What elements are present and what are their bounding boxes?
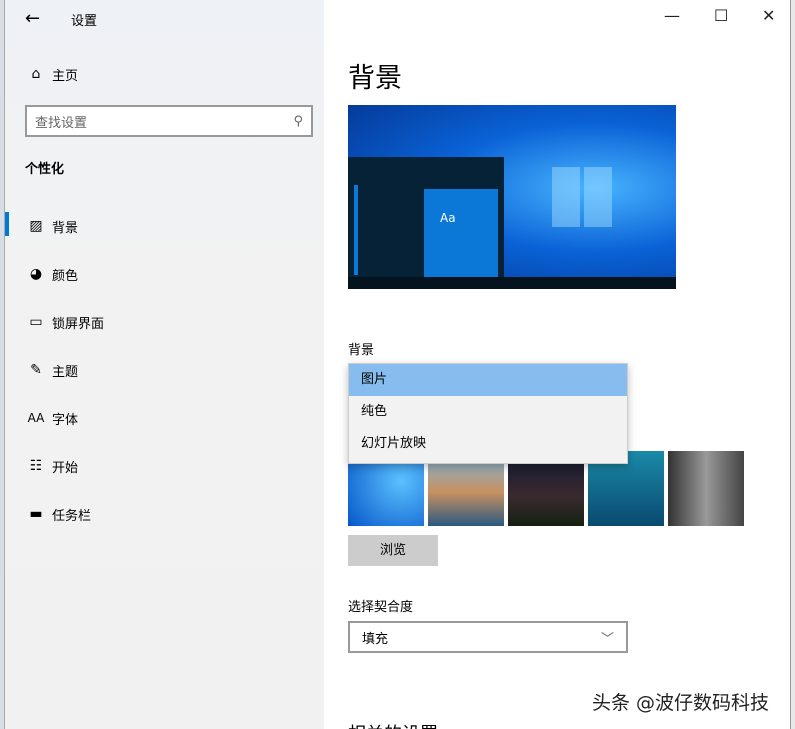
taskbar-icon: ▬ — [29, 506, 43, 522]
lock-screen-icon: ▭ — [29, 314, 43, 330]
selection-indicator — [5, 212, 9, 236]
sidebar-item-background[interactable]: ▨ 背景 — [20, 211, 320, 241]
related-settings-heading: 相关的设置 — [348, 720, 438, 729]
sidebar-item-lock-screen[interactable]: ▭ 锁屏界面 — [20, 307, 320, 337]
close-button[interactable]: ✕ — [762, 6, 775, 25]
option-slideshow[interactable]: 幻灯片放映 — [349, 428, 627, 460]
section-heading: 个性化 — [25, 162, 65, 177]
option-picture[interactable]: 图片 — [349, 364, 627, 396]
background-type-dropdown[interactable]: 图片 纯色 幻灯片放映 — [348, 363, 628, 464]
content-pane: — ☐ ✕ 背景 Aa 背景 图片 纯色 幻灯片放映 浏览 选择契合度 填充 ﹀ … — [324, 0, 790, 729]
browse-button[interactable]: 浏览 — [348, 535, 438, 566]
font-icon: AA — [27, 411, 45, 425]
sidebar-item-home[interactable]: ⌂ 主页 — [20, 59, 320, 89]
sidebar-item-fonts[interactable]: AA 字体 — [20, 403, 320, 433]
background-window-edge — [790, 0, 795, 729]
tile-preview: Aa — [424, 189, 498, 277]
arrow-left-icon[interactable]: ← — [25, 8, 40, 29]
chevron-down-icon: ﹀ — [600, 631, 614, 647]
page-title: 背景 — [348, 63, 402, 94]
sidebar-item-colors[interactable]: ◕ 颜色 — [20, 259, 320, 289]
minimize-button[interactable]: — — [664, 6, 680, 25]
search-input[interactable]: 查找设置 ⚲ — [25, 105, 313, 137]
start-menu-preview: Aa — [348, 157, 504, 289]
palette-icon: ◕ — [29, 266, 43, 282]
fit-select[interactable]: 填充 ﹀ — [348, 621, 628, 653]
option-solid-color[interactable]: 纯色 — [349, 396, 627, 428]
start-icon: ☷ — [29, 458, 43, 474]
fit-label: 选择契合度 — [348, 600, 414, 615]
image-thumbnail[interactable] — [668, 451, 744, 526]
window-title: 设置 — [71, 14, 98, 29]
sidebar: ← 设置 ⌂ 主页 查找设置 ⚲ 个性化 ▨ 背景 ◕ 颜色 ▭ 锁屏界面 ✎ 主题 AA 字… — [5, 0, 324, 729]
image-icon: ▨ — [29, 218, 43, 234]
sidebar-item-themes[interactable]: ✎ 主题 — [20, 355, 320, 385]
background-preview: Aa — [348, 105, 676, 289]
windows-logo — [552, 167, 612, 227]
maximize-button[interactable]: ☐ — [714, 6, 728, 25]
background-label: 背景 — [348, 343, 375, 358]
search-icon[interactable]: ⚲ — [293, 114, 303, 129]
home-icon: ⌂ — [31, 66, 41, 82]
taskbar-preview — [348, 277, 676, 289]
watermark: 头条 @波仔数码科技 — [592, 692, 770, 714]
sidebar-item-taskbar[interactable]: ▬ 任务栏 — [20, 499, 320, 529]
theme-icon: ✎ — [30, 362, 42, 378]
sidebar-item-start[interactable]: ☷ 开始 — [20, 451, 320, 481]
